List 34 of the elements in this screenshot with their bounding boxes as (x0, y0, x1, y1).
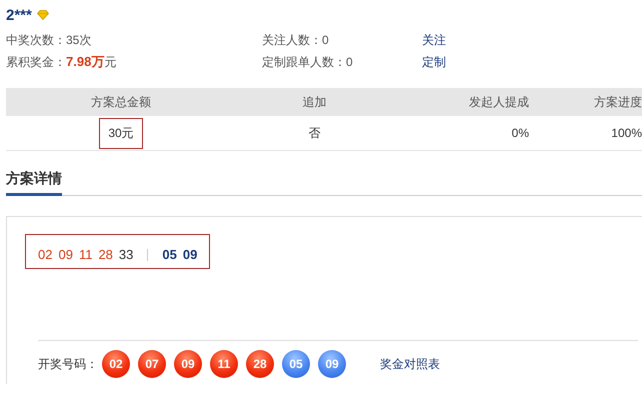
table-cell: 否 (308, 126, 320, 140)
number-ball: 09 (318, 350, 346, 378)
stat-text: 关注人数：0 (262, 32, 330, 48)
pick-number: 02 (38, 247, 52, 262)
pick-number: 33 (118, 247, 134, 262)
number-ball: 02 (102, 350, 130, 378)
table-cell: 100% (611, 126, 642, 140)
number-ball: 11 (210, 350, 238, 378)
column-header: 追加 (302, 94, 328, 110)
stat-text: 定制跟单人数：0 (262, 54, 354, 70)
separator (147, 248, 148, 260)
number-ball: 05 (282, 350, 310, 378)
stat-text: 中奖次数：35次 (6, 32, 92, 48)
table-cell: 0% (512, 126, 529, 140)
prize-table-link[interactable]: 奖金对照表 (380, 356, 440, 372)
draw-label: 开奖号码： (38, 356, 98, 372)
pick-number: 09 (58, 247, 73, 262)
pick-number: 05 (162, 247, 177, 262)
pick-number: 28 (98, 247, 113, 262)
table-cell: 30元 (99, 118, 143, 148)
column-header: 方案总金额 (90, 94, 152, 110)
tab[interactable]: 方案详情 (6, 169, 62, 196)
user-name: 2*** (6, 6, 32, 24)
column-header: 方案进度 (593, 94, 642, 110)
stat-text: 累积奖金：7.98万元 (6, 54, 118, 70)
column-header: 发起人提成 (468, 94, 530, 110)
stat-link[interactable]: 关注 (422, 32, 642, 48)
number-ball: 07 (138, 350, 166, 378)
pick-number: 09 (182, 247, 198, 262)
number-ball: 09 (174, 350, 202, 378)
diamond-icon (36, 10, 49, 20)
number-ball: 28 (246, 350, 274, 378)
stat-link[interactable]: 定制 (422, 54, 642, 70)
pick-number: 11 (78, 247, 92, 262)
